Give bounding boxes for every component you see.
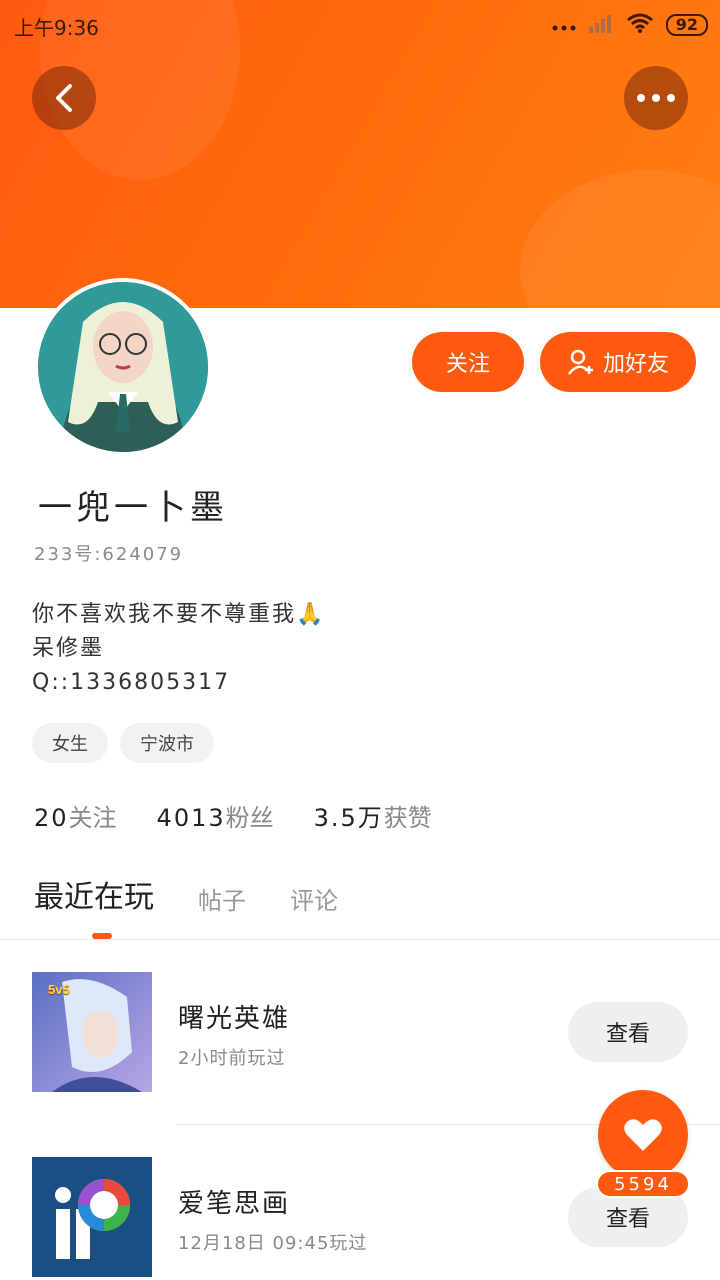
like-button[interactable] bbox=[598, 1090, 688, 1180]
more-horizontal-icon bbox=[637, 94, 675, 102]
thumb-badge: 5v5 bbox=[48, 982, 70, 997]
profile-stats: 20关注 4013粉丝 3.5万获赞 bbox=[34, 798, 432, 833]
profile-uid: 233号:624079 bbox=[34, 544, 184, 565]
list-item[interactable]: 5v5 曙光英雄 2小时前玩过 查看 bbox=[0, 972, 720, 1092]
follow-button-label: 关注 bbox=[445, 352, 490, 377]
view-button[interactable]: 查看 bbox=[568, 1002, 688, 1062]
profile-bio: 你不喜欢我不要不尊重我🙏 呆修墨 Q::1336805317 bbox=[32, 598, 325, 700]
signal-icon bbox=[588, 13, 614, 37]
tabs-divider bbox=[0, 939, 720, 940]
stat-value: 3.5万 bbox=[313, 804, 384, 832]
view-button-label: 查看 bbox=[605, 1022, 650, 1047]
tab-recently-played[interactable]: 最近在玩 bbox=[34, 872, 154, 916]
add-friend-button[interactable]: 加好友 bbox=[540, 332, 696, 392]
stat-value: 20 bbox=[34, 804, 69, 832]
bio-line: Q::1336805317 bbox=[32, 670, 231, 695]
game-thumbnail: 5v5 bbox=[32, 972, 152, 1092]
profile-name: 一兜一卜墨 bbox=[38, 488, 228, 528]
tab-posts[interactable]: 帖子 bbox=[198, 881, 246, 916]
stat-likes: 3.5万获赞 bbox=[314, 798, 432, 833]
game-title: 曙光英雄 bbox=[178, 1004, 291, 1034]
heart-icon bbox=[624, 1119, 662, 1151]
stat-value: 4013 bbox=[156, 804, 226, 832]
avatar-illustration bbox=[38, 282, 208, 452]
add-friend-button-label: 加好友 bbox=[602, 352, 669, 377]
status-bar: 上午9:36 92 bbox=[0, 0, 720, 50]
add-user-icon bbox=[567, 349, 593, 375]
view-button-label: 查看 bbox=[605, 1207, 650, 1232]
back-button[interactable] bbox=[32, 66, 96, 130]
stat-label: 获赞 bbox=[383, 804, 432, 832]
more-indicators-icon bbox=[552, 16, 576, 35]
stat-following[interactable]: 20关注 bbox=[34, 798, 117, 833]
follow-button[interactable]: 关注 bbox=[412, 332, 524, 392]
stat-label: 关注 bbox=[68, 804, 117, 832]
game-thumbnail bbox=[32, 1157, 152, 1277]
profile-tags: 女生 宁波市 bbox=[32, 723, 214, 763]
more-options-button[interactable] bbox=[624, 66, 688, 130]
status-time: 上午9:36 bbox=[14, 16, 99, 40]
stat-fans[interactable]: 4013粉丝 bbox=[157, 798, 274, 833]
banner-decoration bbox=[520, 170, 720, 308]
game-title: 爱笔思画 bbox=[178, 1189, 291, 1219]
tab-comments[interactable]: 评论 bbox=[290, 881, 338, 916]
app-icon-ibispaint bbox=[32, 1157, 152, 1277]
stat-label: 粉丝 bbox=[225, 804, 274, 832]
bio-line: 你不喜欢我不要不尊重我🙏 bbox=[32, 602, 326, 627]
chevron-left-icon bbox=[56, 84, 72, 112]
game-played-time: 12月18日 09:45玩过 bbox=[178, 1233, 368, 1254]
like-count: 5594 bbox=[596, 1170, 690, 1198]
battery-indicator: 92 bbox=[665, 14, 708, 36]
profile-tabs: 最近在玩 帖子 评论 bbox=[34, 872, 338, 916]
tag-city: 宁波市 bbox=[120, 723, 214, 763]
bio-line: 呆修墨 bbox=[32, 636, 105, 661]
tag-gender: 女生 bbox=[32, 723, 108, 763]
wifi-icon bbox=[626, 12, 654, 38]
game-played-time: 2小时前玩过 bbox=[178, 1048, 286, 1069]
avatar[interactable] bbox=[34, 278, 212, 456]
